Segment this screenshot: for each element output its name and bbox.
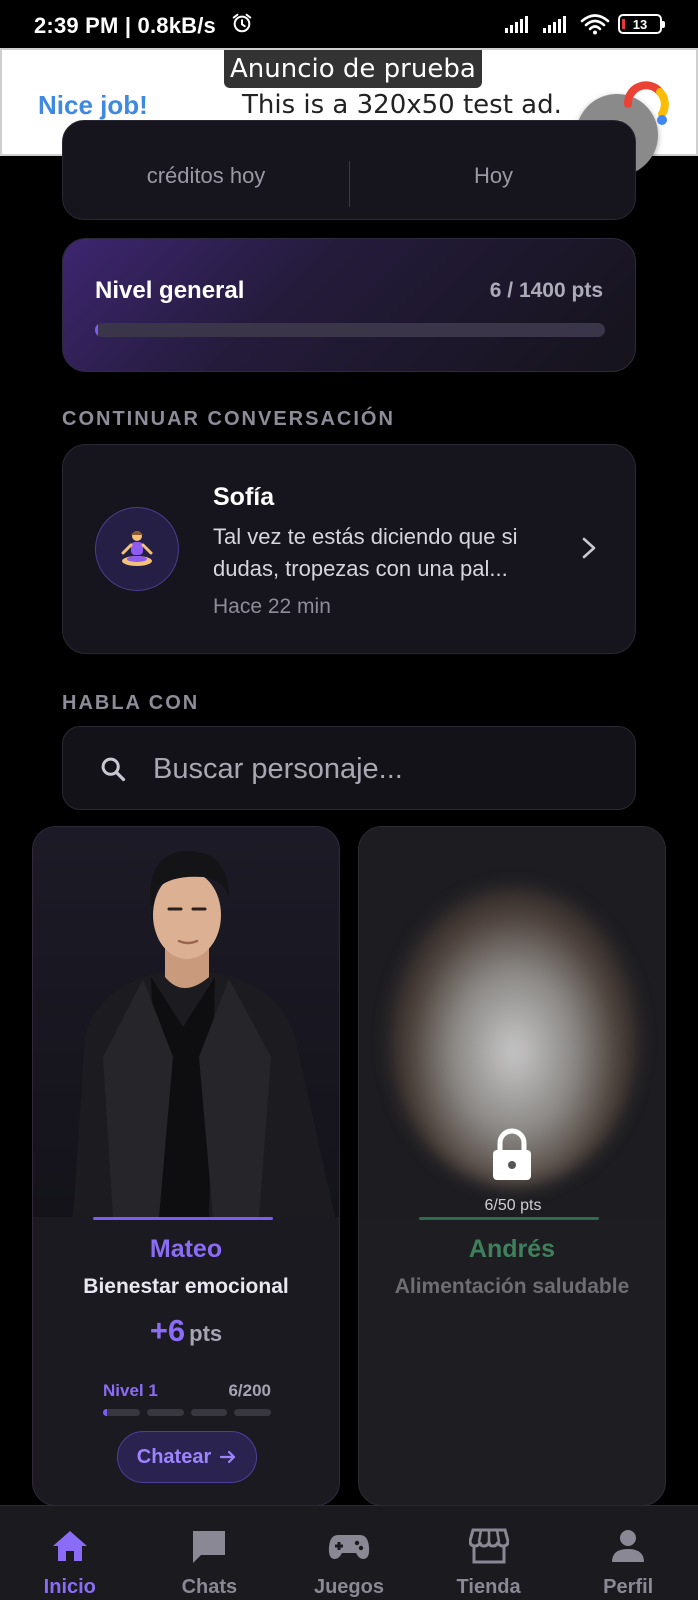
status-bar: 2:39 PM | 0.8kB/s 13 xyxy=(0,0,698,48)
nav-label: Juegos xyxy=(313,1576,384,1598)
search-icon xyxy=(101,757,126,782)
ad-headline[interactable]: Nice job! xyxy=(38,90,148,121)
nav-item-inicio[interactable]: Inicio xyxy=(0,1506,140,1600)
ad-label: Anuncio de prueba xyxy=(224,50,482,88)
alarm-icon xyxy=(232,13,252,33)
progress-segment xyxy=(234,1409,271,1416)
status-icons: 13 xyxy=(504,13,665,35)
progress-segment-fill xyxy=(103,1409,108,1416)
lock-icon xyxy=(493,1128,531,1180)
battery-level: 13 xyxy=(632,16,648,32)
character-level-count: 6/200 xyxy=(228,1381,271,1400)
ad-text[interactable]: This is a 320x50 test ad. xyxy=(242,90,562,120)
character-accent-bar xyxy=(419,1217,599,1220)
character-role: Bienestar emocional xyxy=(83,1275,289,1298)
search-bar[interactable] xyxy=(62,726,636,810)
battery-icon: 13 xyxy=(618,14,665,34)
talk-section-label: HABLA CON xyxy=(62,692,200,714)
person-icon xyxy=(606,1526,650,1566)
points-value: +6 xyxy=(149,1313,186,1348)
progress-segment xyxy=(103,1409,140,1416)
character-card-mateo[interactable]: Mateo Bienestar emocional +6 pts Nivel 1 … xyxy=(32,826,340,1506)
level-progress-bar xyxy=(95,323,605,337)
points-unit: pts xyxy=(189,1321,223,1346)
level-progress-fill xyxy=(95,323,99,337)
avatar xyxy=(95,507,179,591)
nav-label: Inicio xyxy=(43,1576,96,1598)
nav-item-perfil[interactable]: Perfil xyxy=(558,1506,698,1600)
character-portrait-image xyxy=(73,850,335,1217)
meditation-person-icon xyxy=(121,531,153,566)
signal-icon xyxy=(543,16,566,33)
arrow-right-icon xyxy=(220,1450,236,1464)
bottom-navigation: Inicio Chats Juegos Tienda Perfil xyxy=(0,1505,698,1600)
level-points: 6 / 1400 pts xyxy=(489,279,603,302)
signal-icon xyxy=(505,16,528,33)
nav-item-chats[interactable]: Chats xyxy=(140,1506,280,1600)
wifi-icon xyxy=(580,14,610,35)
nav-label: Chats xyxy=(181,1576,238,1598)
conversation-time: Hace 22 min xyxy=(213,595,331,618)
nav-label: Tienda xyxy=(456,1576,521,1598)
nav-label: Perfil xyxy=(603,1576,654,1598)
unlock-points: 6/50 pts xyxy=(484,1197,542,1214)
character-accent-bar xyxy=(93,1217,273,1220)
conversation-card[interactable]: Sofía Tal vez te estás diciendo que si d… xyxy=(62,444,636,654)
continue-section-label: CONTINUAR CONVERSACIÓN xyxy=(62,408,395,430)
status-time: 2:39 PM | 0.8kB/s xyxy=(34,13,216,38)
character-card-andres[interactable]: 6/50 pts Andrés Alimentación saludable xyxy=(358,826,666,1506)
home-icon xyxy=(48,1526,92,1566)
chevron-right-icon[interactable] xyxy=(577,533,601,563)
character-points: +6 pts xyxy=(33,1313,339,1349)
chat-button[interactable]: Chatear xyxy=(117,1431,257,1483)
nav-item-juegos[interactable]: Juegos xyxy=(279,1506,419,1600)
ad-logo-icon xyxy=(624,81,669,125)
chat-icon xyxy=(187,1526,231,1566)
search-input[interactable] xyxy=(153,747,613,791)
character-level-row: Nivel 1 6/200 xyxy=(103,1381,271,1401)
nav-item-tienda[interactable]: Tienda xyxy=(419,1506,559,1600)
chat-button-label: Chatear xyxy=(136,1445,212,1468)
daily-stats-card: créditos hoy Hoy xyxy=(62,120,636,220)
character-photo-blurred: 6/50 pts xyxy=(359,827,665,1217)
character-name: Andrés xyxy=(468,1235,556,1263)
character-level: Nivel 1 xyxy=(103,1381,158,1400)
character-name: Mateo xyxy=(149,1235,223,1263)
gamepad-icon xyxy=(327,1526,371,1566)
character-role: Alimentación saludable xyxy=(394,1275,630,1298)
conversation-preview: Tal vez te estás diciendo que si dudas, … xyxy=(213,524,518,581)
today-label: Hoy xyxy=(473,163,514,188)
progress-segment xyxy=(146,1409,184,1416)
progress-segment xyxy=(190,1409,228,1416)
conversation-name: Sofía xyxy=(213,483,275,511)
level-title: Nivel general xyxy=(95,277,245,304)
credits-today-label: créditos hoy xyxy=(146,163,266,188)
general-level-card: Nivel general 6 / 1400 pts xyxy=(62,238,636,372)
store-icon xyxy=(467,1526,511,1566)
character-photo xyxy=(33,827,339,1217)
character-level-progress xyxy=(103,1409,271,1416)
